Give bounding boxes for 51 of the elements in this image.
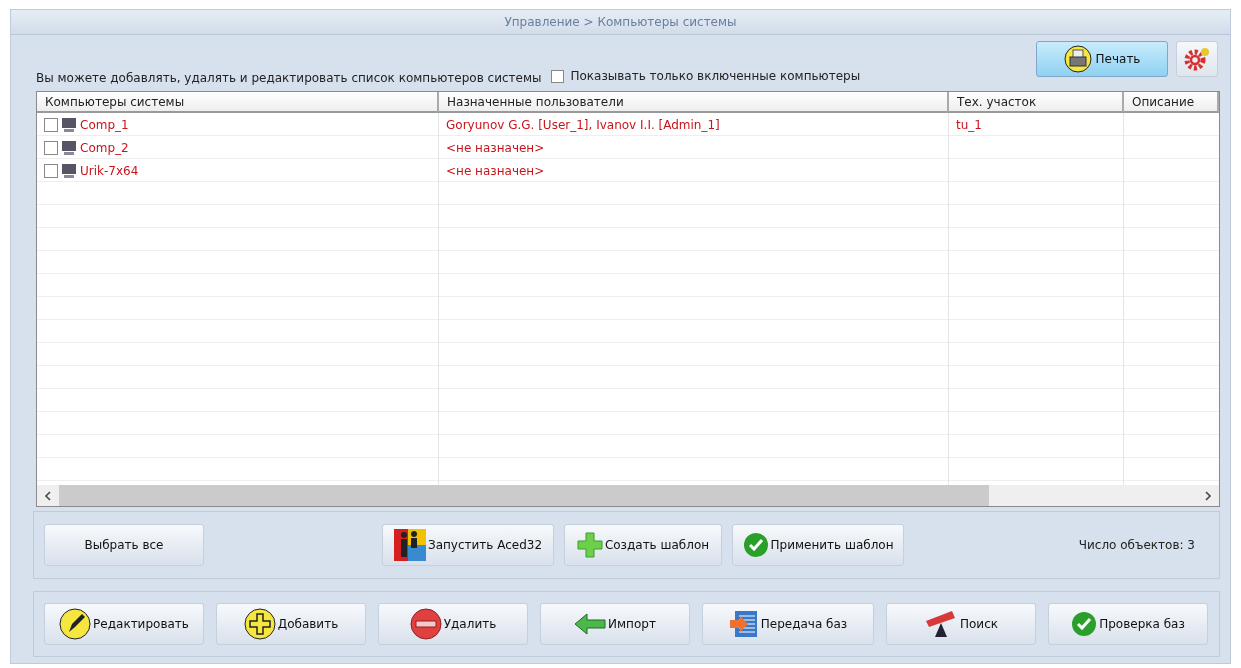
print-button[interactable]: Печать: [1036, 41, 1168, 77]
checkbox[interactable]: [551, 69, 565, 83]
check-icon: [1071, 611, 1098, 637]
scrollbar-thumb[interactable]: [59, 485, 989, 506]
horizontal-scrollbar[interactable]: [37, 485, 1219, 506]
column-header[interactable]: Назначенные пользователи: [439, 92, 949, 113]
check-icon: [742, 532, 769, 558]
people-icon: [393, 529, 426, 561]
settings-icon: [1183, 45, 1211, 73]
row-checkbox[interactable]: [44, 117, 58, 132]
monitor-icon: [61, 140, 77, 155]
column-header[interactable]: Описание: [1124, 92, 1219, 113]
transfer-icon: [728, 610, 759, 638]
action-button[interactable]: Применить шаблон: [732, 524, 904, 566]
arrow-left-icon: [574, 613, 607, 635]
telescope-icon: [924, 609, 958, 639]
table-cell[interactable]: Comp_2: [37, 136, 439, 159]
table-cell[interactable]: Urik-7x64: [37, 159, 439, 182]
action-button[interactable]: Проверка баз: [1048, 603, 1208, 645]
settings-button[interactable]: [1176, 41, 1218, 77]
minus-icon: [409, 608, 442, 640]
table-cell-text: tu_1: [955, 116, 983, 134]
action-button[interactable]: Создать шаблон: [564, 524, 722, 566]
monitor-icon: [61, 163, 77, 178]
action-button[interactable]: Поиск: [886, 603, 1036, 645]
action-button[interactable]: Импорт: [540, 603, 690, 645]
action-button[interactable]: Передача баз: [702, 603, 874, 645]
action-button[interactable]: Удалить: [378, 603, 528, 645]
object-count: Число объектов: 3: [1078, 538, 1195, 552]
table-cell[interactable]: Comp_1: [37, 113, 439, 136]
column-header[interactable]: Компьютеры системы: [37, 92, 439, 113]
printer-icon: [1063, 45, 1092, 73]
table-cell-text: <не назначен>: [445, 139, 546, 157]
plus-icon: [576, 532, 603, 558]
hint-text: Вы можете добавлять, удалять и редактировать список компьютеров системы: [36, 71, 542, 87]
filter-checkbox[interactable]: Показывать только включенные компьютеры: [551, 69, 861, 91]
plus-icon: [243, 608, 276, 640]
action-button[interactable]: Редактировать: [44, 603, 204, 645]
action-button[interactable]: Добавить: [216, 603, 366, 645]
scroll-right-icon[interactable]: [1204, 490, 1212, 501]
table-cell-text: Goryunov G.G. [User_1], Ivanov I.I. [Admin_1]: [445, 116, 721, 134]
action-button[interactable]: Выбрать все: [44, 524, 204, 566]
pen-icon: [59, 608, 92, 640]
monitor-icon: [61, 117, 77, 132]
action-button[interactable]: Запустить Aced32: [382, 524, 554, 566]
row-checkbox[interactable]: [44, 163, 58, 178]
breadcrumb: Управление > Компьютеры системы: [504, 15, 737, 29]
column-header[interactable]: Тех. участок: [949, 92, 1124, 113]
row-checkbox[interactable]: [44, 140, 58, 155]
table-cell-text: <не назначен>: [445, 162, 546, 180]
scroll-left-icon[interactable]: [44, 490, 52, 501]
